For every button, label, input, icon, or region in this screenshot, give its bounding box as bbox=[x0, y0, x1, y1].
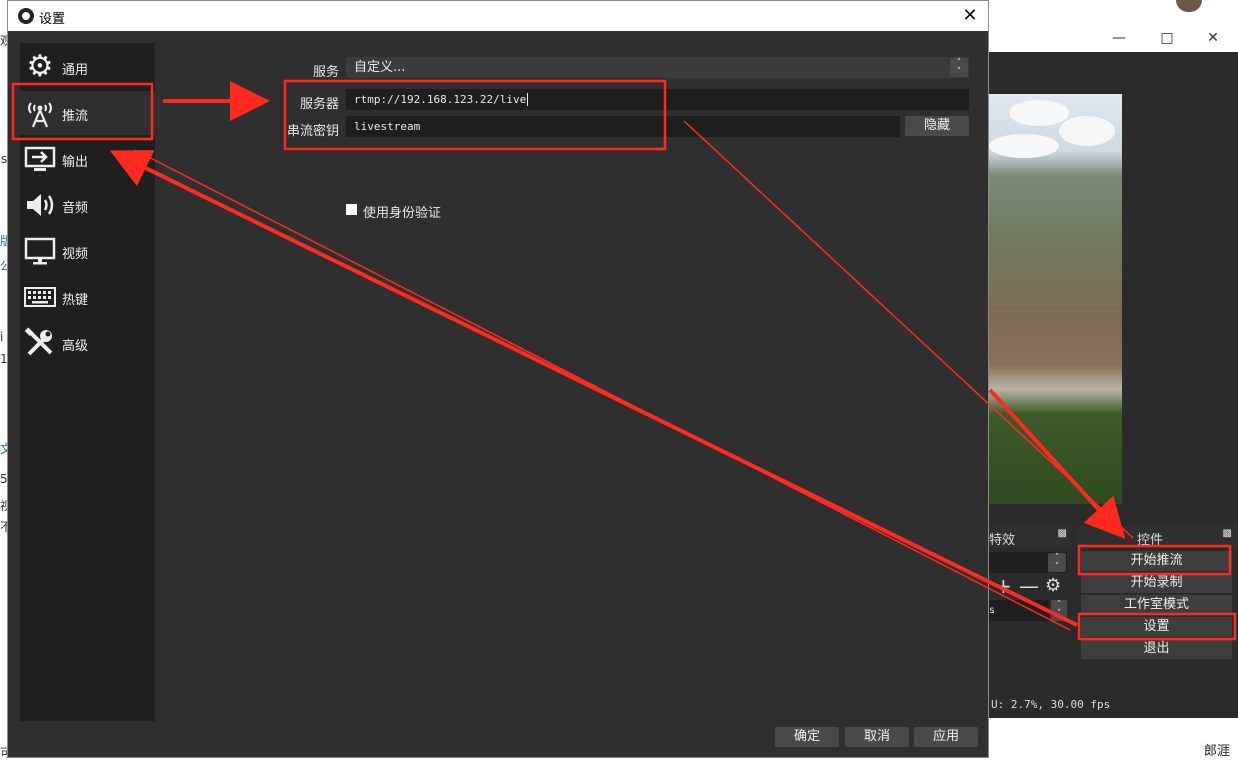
highlight-box-server-fields bbox=[283, 79, 667, 151]
highlight-box-start-stream bbox=[1077, 544, 1232, 576]
highlight-box-stream-tab bbox=[11, 82, 154, 141]
arrow-to-controls bbox=[988, 388, 1126, 539]
arrow-thin-to-output bbox=[134, 149, 1071, 631]
arrow-to-output bbox=[109, 150, 1078, 627]
annotation-overlay bbox=[11, 79, 1237, 641]
highlight-box-settings bbox=[1077, 612, 1237, 641]
